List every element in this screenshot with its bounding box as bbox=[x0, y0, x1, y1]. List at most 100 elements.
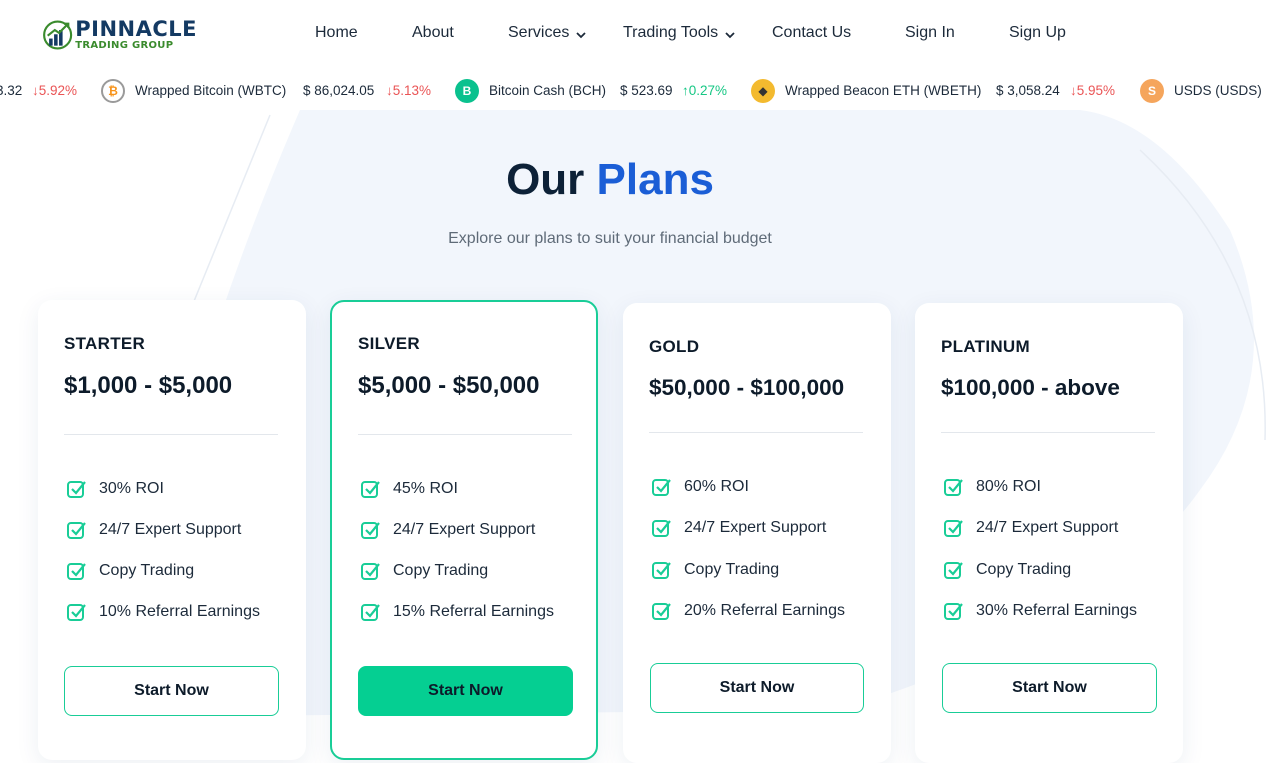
ticker-change-value: 5.95% bbox=[1076, 83, 1116, 98]
start-now-button[interactable]: Start Now bbox=[942, 663, 1157, 713]
usds-icon: S bbox=[1140, 79, 1164, 103]
checkbox-check-icon bbox=[944, 603, 963, 620]
ticker-change-down: ↓ 5.13% bbox=[386, 83, 432, 98]
ticker-change-value: 5.13% bbox=[392, 83, 432, 98]
checkbox-check-icon bbox=[67, 604, 86, 621]
checkbox-check-icon bbox=[652, 562, 671, 579]
ticker-change-value: 0.27% bbox=[688, 83, 728, 98]
ticker-name: Wrapped Bitcoin (WBTC) bbox=[135, 83, 287, 98]
chevron-down-icon bbox=[725, 32, 735, 39]
plan-feature: Copy Trading bbox=[651, 559, 779, 581]
title-accent: Plans bbox=[596, 155, 714, 204]
title-main: Our bbox=[506, 155, 585, 204]
plan-feature: 24/7 Expert Support bbox=[651, 517, 826, 539]
plan-feature: 10% Referral Earnings bbox=[66, 601, 260, 623]
ticker-change-value: 5.92% bbox=[38, 83, 78, 98]
nav-home-label: Home bbox=[315, 24, 358, 41]
plan-feature-label: 80% ROI bbox=[976, 478, 1041, 495]
checkbox-check-icon bbox=[652, 603, 671, 620]
section-subtitle: Explore our plans to suit your financial… bbox=[448, 230, 772, 247]
plan-card-gold: GOLD $50,000 - $100,000 60% ROI 24/7 Exp… bbox=[623, 303, 891, 763]
ticker-name: Wrapped Beacon ETH (WBETH) bbox=[785, 83, 982, 98]
plan-card-platinum: PLATINUM $100,000 - above 80% ROI 24/7 E… bbox=[915, 303, 1183, 763]
plan-range: $5,000 - $50,000 bbox=[358, 372, 540, 399]
nav-contact[interactable]: Contact Us bbox=[772, 24, 851, 42]
ticker-change-down: ↓ 5.92% bbox=[32, 83, 78, 98]
plan-name: STARTER bbox=[64, 334, 146, 353]
nav-sign-in[interactable]: Sign In bbox=[905, 24, 955, 42]
plan-divider bbox=[64, 434, 278, 435]
section-title: Our Plans bbox=[0, 155, 1220, 205]
plan-feature-label: Copy Trading bbox=[976, 561, 1072, 578]
plan-divider bbox=[358, 434, 572, 435]
plan-divider bbox=[941, 432, 1155, 433]
ticker-price: $ 523.69 bbox=[620, 83, 673, 98]
start-now-button[interactable]: Start Now bbox=[64, 666, 279, 716]
plan-feature-label: 24/7 Expert Support bbox=[393, 521, 536, 538]
plan-feature-label: Copy Trading bbox=[684, 561, 780, 578]
start-now-button[interactable]: Start Now bbox=[650, 663, 864, 713]
plan-divider bbox=[649, 432, 863, 433]
checkbox-check-icon bbox=[944, 479, 963, 496]
checkbox-check-icon bbox=[361, 604, 380, 621]
plan-name: GOLD bbox=[649, 337, 700, 356]
plan-name: SILVER bbox=[358, 334, 420, 353]
start-now-button[interactable]: Start Now bbox=[358, 666, 573, 716]
plan-feature: 24/7 Expert Support bbox=[360, 519, 535, 541]
plan-feature-label: 15% Referral Earnings bbox=[393, 603, 554, 620]
checkbox-check-icon bbox=[361, 481, 380, 498]
checkbox-check-icon bbox=[944, 562, 963, 579]
plan-range: $50,000 - $100,000 bbox=[649, 375, 845, 400]
nav-about[interactable]: About bbox=[412, 24, 454, 42]
bch-icon: B bbox=[455, 79, 479, 103]
checkbox-check-icon bbox=[361, 522, 380, 539]
ticker-change-down: ↓ 5.95% bbox=[1070, 83, 1116, 98]
checkbox-check-icon bbox=[67, 563, 86, 580]
plan-feature: 80% ROI bbox=[943, 476, 1041, 498]
plan-card-starter: STARTER $1,000 - $5,000 30% ROI 24/7 Exp… bbox=[38, 300, 306, 760]
nav-trading-tools[interactable]: Trading Tools bbox=[623, 24, 736, 42]
plan-feature-label: 60% ROI bbox=[684, 478, 749, 495]
ticker-price: 3.32 bbox=[0, 83, 23, 98]
plan-range: $1,000 - $5,000 bbox=[64, 372, 233, 399]
plan-feature: Copy Trading bbox=[66, 560, 194, 582]
plan-feature: 24/7 Expert Support bbox=[66, 519, 241, 541]
checkbox-check-icon bbox=[67, 481, 86, 498]
plan-feature-label: Copy Trading bbox=[393, 562, 489, 579]
nav-home[interactable]: Home bbox=[315, 24, 358, 42]
plan-feature: 15% Referral Earnings bbox=[360, 601, 554, 623]
checkbox-check-icon bbox=[652, 479, 671, 496]
plan-feature-label: Copy Trading bbox=[99, 562, 195, 579]
checkbox-check-icon bbox=[67, 522, 86, 539]
plan-feature: Copy Trading bbox=[943, 559, 1071, 581]
plan-range: $100,000 - above bbox=[941, 375, 1120, 400]
ticker-price: $ 3,058.24 bbox=[996, 83, 1060, 98]
plan-feature-label: 20% Referral Earnings bbox=[684, 602, 845, 619]
main-nav: Home About Services Trading Tools Contac… bbox=[0, 24, 1267, 46]
plan-feature: 20% Referral Earnings bbox=[651, 600, 845, 622]
ticker-change-up: ↑ 0.27% bbox=[682, 83, 728, 98]
plan-feature: 24/7 Expert Support bbox=[943, 517, 1118, 539]
crypto-ticker: 3.32 ↓5.92% ₿ Wrapped Bitcoin (WBTC) $ 8… bbox=[0, 72, 1267, 110]
nav-contact-label: Contact Us bbox=[772, 24, 852, 41]
plan-feature-label: 45% ROI bbox=[393, 480, 458, 497]
nav-sign-in-label: Sign In bbox=[905, 24, 955, 41]
ticker-price: $ 86,024.05 bbox=[303, 83, 375, 98]
nav-about-label: About bbox=[412, 24, 454, 41]
nav-services[interactable]: Services bbox=[508, 24, 587, 42]
nav-sign-up[interactable]: Sign Up bbox=[1009, 24, 1066, 42]
plan-feature-label: 30% Referral Earnings bbox=[976, 602, 1137, 619]
plan-feature: 30% Referral Earnings bbox=[943, 600, 1137, 622]
wbtc-icon: ₿ bbox=[101, 79, 125, 103]
plan-feature-label: 24/7 Expert Support bbox=[99, 521, 242, 538]
site-header: PINNACLE TRADING GROUP Home About Servic… bbox=[0, 0, 1267, 68]
plan-feature-label: 10% Referral Earnings bbox=[99, 603, 260, 620]
checkbox-check-icon bbox=[361, 563, 380, 580]
wbeth-icon: ◆ bbox=[751, 79, 775, 103]
ticker-name: USDS (USDS) bbox=[1174, 83, 1262, 98]
checkbox-check-icon bbox=[944, 520, 963, 537]
nav-trading-tools-label: Trading Tools bbox=[623, 24, 719, 41]
plan-feature-label: 30% ROI bbox=[99, 480, 164, 497]
plan-feature: 30% ROI bbox=[66, 478, 164, 500]
plan-feature: Copy Trading bbox=[360, 560, 488, 582]
